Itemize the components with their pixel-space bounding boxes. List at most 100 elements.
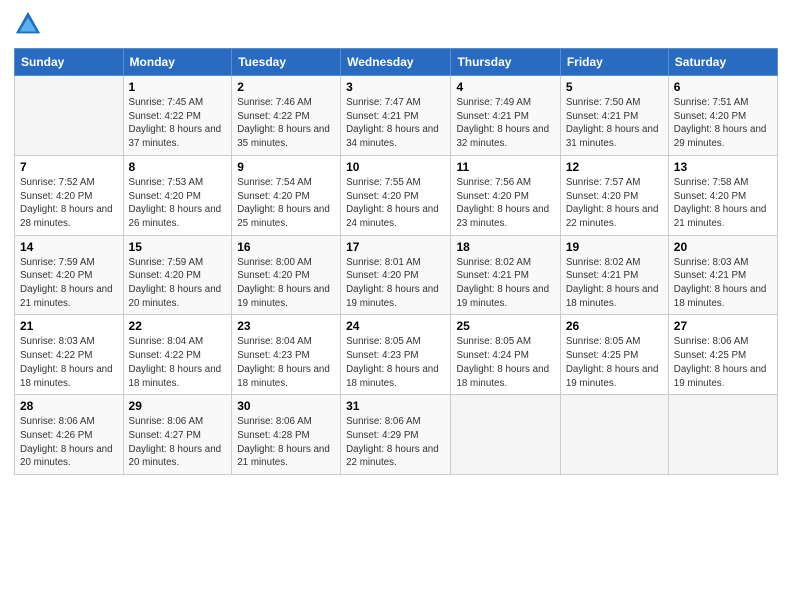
day-cell: 21 Sunrise: 8:03 AMSunset: 4:22 PMDayligh…	[15, 315, 124, 395]
week-row-1: 1 Sunrise: 7:45 AMSunset: 4:22 PMDaylight…	[15, 76, 778, 156]
day-info: Sunrise: 7:59 AMSunset: 4:20 PMDaylight:…	[20, 256, 118, 311]
day-number: 29	[129, 399, 227, 413]
day-cell: 10 Sunrise: 7:55 AMSunset: 4:20 PMDayligh…	[341, 155, 451, 235]
day-cell: 5 Sunrise: 7:50 AMSunset: 4:21 PMDaylight…	[560, 76, 668, 156]
day-number: 8	[129, 160, 227, 174]
day-info: Sunrise: 8:05 AMSunset: 4:23 PMDaylight:…	[346, 335, 445, 390]
page-container: SundayMondayTuesdayWednesdayThursdayFrid…	[0, 0, 792, 485]
day-number: 9	[237, 160, 335, 174]
day-info: Sunrise: 8:04 AMSunset: 4:22 PMDaylight:…	[129, 335, 227, 390]
day-number: 26	[566, 319, 663, 333]
day-cell: 19Sunrise: 8:02 AMSunset: 4:21 PMDayligh…	[560, 235, 668, 315]
day-cell: 16 Sunrise: 8:00 AMSunset: 4:20 PMDayligh…	[232, 235, 341, 315]
day-number: 6	[674, 80, 772, 94]
day-info: Sunrise: 8:06 AMSunset: 4:25 PMDaylight:…	[674, 335, 772, 390]
day-info: Sunrise: 8:06 AMSunset: 4:28 PMDaylight:…	[237, 415, 335, 470]
weekday-header-saturday: Saturday	[668, 49, 777, 76]
day-cell: 9 Sunrise: 7:54 AMSunset: 4:20 PMDaylight…	[232, 155, 341, 235]
weekday-header-thursday: Thursday	[451, 49, 560, 76]
day-number: 10	[346, 160, 445, 174]
day-info: Sunrise: 8:05 AMSunset: 4:24 PMDaylight:…	[456, 335, 554, 390]
day-info: Sunrise: 8:06 AMSunset: 4:29 PMDaylight:…	[346, 415, 445, 470]
day-cell: 4Sunrise: 7:49 AMSunset: 4:21 PMDaylight…	[451, 76, 560, 156]
day-cell: 25 Sunrise: 8:05 AMSunset: 4:24 PMDayligh…	[451, 315, 560, 395]
day-number: 7	[20, 160, 118, 174]
day-cell	[451, 395, 560, 475]
day-info: Sunrise: 7:56 AMSunset: 4:20 PMDaylight:…	[456, 176, 554, 231]
day-cell: 15 Sunrise: 7:59 AMSunset: 4:20 PMDayligh…	[123, 235, 232, 315]
day-cell: 6 Sunrise: 7:51 AMSunset: 4:20 PMDaylight…	[668, 76, 777, 156]
weekday-header-monday: Monday	[123, 49, 232, 76]
day-number: 3	[346, 80, 445, 94]
day-cell: 7Sunrise: 7:52 AMSunset: 4:20 PMDaylight…	[15, 155, 124, 235]
day-cell: 24 Sunrise: 8:05 AMSunset: 4:23 PMDayligh…	[341, 315, 451, 395]
day-cell: 20 Sunrise: 8:03 AMSunset: 4:21 PMDayligh…	[668, 235, 777, 315]
day-cell: 17Sunrise: 8:01 AMSunset: 4:20 PMDayligh…	[341, 235, 451, 315]
day-number: 23	[237, 319, 335, 333]
day-info: Sunrise: 7:58 AMSunset: 4:20 PMDaylight:…	[674, 176, 772, 231]
day-cell: 18 Sunrise: 8:02 AMSunset: 4:21 PMDayligh…	[451, 235, 560, 315]
day-info: Sunrise: 7:47 AMSunset: 4:21 PMDaylight:…	[346, 96, 445, 151]
day-number: 16	[237, 240, 335, 254]
day-info: Sunrise: 7:50 AMSunset: 4:21 PMDaylight:…	[566, 96, 663, 151]
day-number: 1	[129, 80, 227, 94]
week-row-2: 7Sunrise: 7:52 AMSunset: 4:20 PMDaylight…	[15, 155, 778, 235]
day-number: 11	[456, 160, 554, 174]
day-number: 14	[20, 240, 118, 254]
day-number: 28	[20, 399, 118, 413]
day-info: Sunrise: 8:03 AMSunset: 4:21 PMDaylight:…	[674, 256, 772, 311]
day-number: 31	[346, 399, 445, 413]
weekday-header-wednesday: Wednesday	[341, 49, 451, 76]
weekday-header-friday: Friday	[560, 49, 668, 76]
day-info: Sunrise: 8:01 AMSunset: 4:20 PMDaylight:…	[346, 256, 445, 311]
day-info: Sunrise: 8:06 AMSunset: 4:26 PMDaylight:…	[20, 415, 118, 470]
day-number: 27	[674, 319, 772, 333]
day-cell: 29 Sunrise: 8:06 AMSunset: 4:27 PMDayligh…	[123, 395, 232, 475]
day-info: Sunrise: 7:51 AMSunset: 4:20 PMDaylight:…	[674, 96, 772, 151]
day-cell: 22 Sunrise: 8:04 AMSunset: 4:22 PMDayligh…	[123, 315, 232, 395]
week-row-5: 28 Sunrise: 8:06 AMSunset: 4:26 PMDayligh…	[15, 395, 778, 475]
week-row-4: 21 Sunrise: 8:03 AMSunset: 4:22 PMDayligh…	[15, 315, 778, 395]
week-row-3: 14 Sunrise: 7:59 AMSunset: 4:20 PMDayligh…	[15, 235, 778, 315]
day-number: 21	[20, 319, 118, 333]
day-cell: 31 Sunrise: 8:06 AMSunset: 4:29 PMDayligh…	[341, 395, 451, 475]
day-cell: 11 Sunrise: 7:56 AMSunset: 4:20 PMDayligh…	[451, 155, 560, 235]
day-info: Sunrise: 8:02 AMSunset: 4:21 PMDaylight:…	[456, 256, 554, 311]
day-cell: 30 Sunrise: 8:06 AMSunset: 4:28 PMDayligh…	[232, 395, 341, 475]
day-info: Sunrise: 7:45 AMSunset: 4:22 PMDaylight:…	[129, 96, 227, 151]
day-number: 20	[674, 240, 772, 254]
day-number: 5	[566, 80, 663, 94]
day-info: Sunrise: 7:54 AMSunset: 4:20 PMDaylight:…	[237, 176, 335, 231]
weekday-header-tuesday: Tuesday	[232, 49, 341, 76]
day-number: 2	[237, 80, 335, 94]
day-info: Sunrise: 8:06 AMSunset: 4:27 PMDaylight:…	[129, 415, 227, 470]
day-cell: 1 Sunrise: 7:45 AMSunset: 4:22 PMDaylight…	[123, 76, 232, 156]
header	[14, 10, 778, 38]
day-cell: 28 Sunrise: 8:06 AMSunset: 4:26 PMDayligh…	[15, 395, 124, 475]
day-cell	[560, 395, 668, 475]
day-cell: 27 Sunrise: 8:06 AMSunset: 4:25 PMDayligh…	[668, 315, 777, 395]
day-number: 4	[456, 80, 554, 94]
day-number: 15	[129, 240, 227, 254]
weekday-header-row: SundayMondayTuesdayWednesdayThursdayFrid…	[15, 49, 778, 76]
day-info: Sunrise: 7:53 AMSunset: 4:20 PMDaylight:…	[129, 176, 227, 231]
day-info: Sunrise: 8:00 AMSunset: 4:20 PMDaylight:…	[237, 256, 335, 311]
day-info: Sunrise: 8:03 AMSunset: 4:22 PMDaylight:…	[20, 335, 118, 390]
day-cell: 12Sunrise: 7:57 AMSunset: 4:20 PMDayligh…	[560, 155, 668, 235]
day-info: Sunrise: 8:05 AMSunset: 4:25 PMDaylight:…	[566, 335, 663, 390]
day-number: 30	[237, 399, 335, 413]
calendar: SundayMondayTuesdayWednesdayThursdayFrid…	[14, 48, 778, 475]
day-number: 22	[129, 319, 227, 333]
day-cell: 3 Sunrise: 7:47 AMSunset: 4:21 PMDaylight…	[341, 76, 451, 156]
day-cell	[15, 76, 124, 156]
day-info: Sunrise: 7:59 AMSunset: 4:20 PMDaylight:…	[129, 256, 227, 311]
logo-icon	[14, 10, 42, 38]
day-info: Sunrise: 8:02 AMSunset: 4:21 PMDaylight:…	[566, 256, 663, 311]
day-cell: 8 Sunrise: 7:53 AMSunset: 4:20 PMDaylight…	[123, 155, 232, 235]
day-number: 12	[566, 160, 663, 174]
day-info: Sunrise: 7:55 AMSunset: 4:20 PMDaylight:…	[346, 176, 445, 231]
day-number: 18	[456, 240, 554, 254]
day-cell: 14 Sunrise: 7:59 AMSunset: 4:20 PMDayligh…	[15, 235, 124, 315]
day-number: 25	[456, 319, 554, 333]
day-number: 24	[346, 319, 445, 333]
